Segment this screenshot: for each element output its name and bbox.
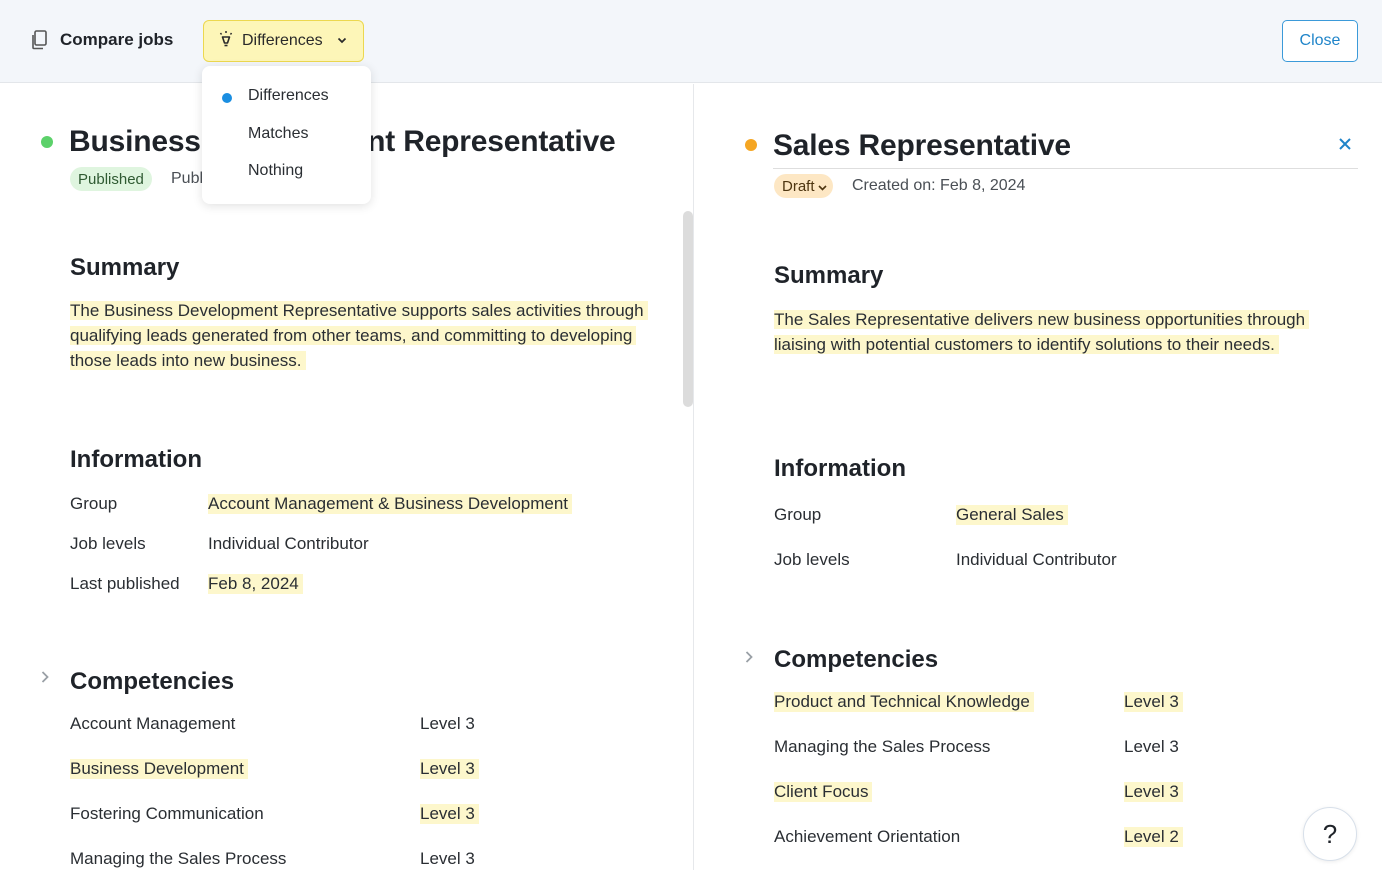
chevron-right-icon[interactable] (40, 670, 50, 689)
competency-name: Managing the Sales Process (774, 737, 991, 756)
right-competencies-heading: Competencies (774, 646, 939, 673)
selected-indicator-icon (222, 93, 232, 103)
published-badge: Published (70, 167, 152, 191)
competency-level: Level 3 (1124, 782, 1183, 802)
menu-item-differences[interactable]: Differences (248, 87, 329, 105)
left-summary-heading: Summary (70, 254, 180, 281)
right-job-pane: Sales Representative Draft Created on: F… (694, 84, 1382, 870)
left-info-label: Job levels (70, 534, 146, 553)
competency-name: Account Management (70, 714, 236, 733)
menu-item-nothing[interactable]: Nothing (248, 162, 303, 180)
help-button[interactable]: ? (1303, 807, 1357, 861)
competency-name: Achievement Orientation (774, 827, 961, 846)
competency-level: Level 3 (1124, 692, 1183, 712)
chevron-down-icon (337, 35, 347, 47)
right-info-label: Job levels (774, 550, 850, 569)
view-mode-button[interactable]: Differences (203, 20, 364, 62)
competency-level: Level 2 (1124, 827, 1183, 847)
remove-job-close-icon[interactable] (1336, 136, 1354, 154)
competency-level: Level 3 (420, 849, 475, 868)
competency-name: Managing the Sales Process (70, 849, 287, 868)
competency-name: Product and Technical Knowledge (774, 692, 1034, 712)
left-info-label: Group (70, 494, 118, 513)
page-title: Compare jobs (60, 30, 174, 49)
title-underline (773, 168, 1358, 169)
right-information-heading: Information (774, 455, 906, 482)
competency-level: Level 3 (420, 714, 475, 733)
menu-item-matches[interactable]: Matches (248, 125, 308, 143)
competency-level: Level 3 (1124, 737, 1179, 756)
left-info-label: Last published (70, 574, 180, 593)
published-status-dot (41, 136, 53, 148)
left-summary-text: The Business Development Representative … (70, 298, 650, 373)
right-summary-text: The Sales Representative delivers new bu… (774, 307, 1354, 357)
left-competencies-heading: Competencies (70, 668, 235, 695)
compare-jobs-header: Compare jobs (30, 30, 173, 50)
right-summary-heading: Summary (774, 262, 884, 289)
competency-name: Client Focus (774, 782, 873, 802)
chevron-right-icon[interactable] (744, 650, 754, 669)
view-mode-menu: Differences Matches Nothing (202, 66, 371, 204)
draft-status-dot (745, 139, 757, 151)
right-info-value: Individual Contributor (956, 550, 1117, 569)
lightbulb-icon (218, 30, 234, 53)
competency-level: Level 3 (420, 759, 479, 779)
competency-level: Level 3 (420, 804, 479, 824)
left-pane-scrollbar[interactable] (683, 211, 693, 407)
competency-name: Fostering Communication (70, 804, 264, 823)
draft-status-dropdown[interactable]: Draft (774, 174, 833, 198)
right-info-value: General Sales (956, 505, 1068, 525)
view-mode-label: Differences (242, 32, 323, 49)
chevron-down-icon (817, 178, 827, 195)
copy-icon (30, 30, 48, 50)
competency-name: Business Development (70, 759, 248, 779)
right-info-label: Group (774, 505, 822, 524)
left-info-value: Individual Contributor (208, 534, 369, 553)
close-button[interactable]: Close (1282, 20, 1358, 62)
right-job-title: Sales Representative (773, 129, 1071, 162)
left-info-value: Feb 8, 2024 (208, 574, 303, 594)
left-information-heading: Information (70, 446, 202, 473)
left-info-value: Account Management & Business Developmen… (208, 494, 573, 514)
right-job-meta: Created on: Feb 8, 2024 (852, 177, 1026, 194)
